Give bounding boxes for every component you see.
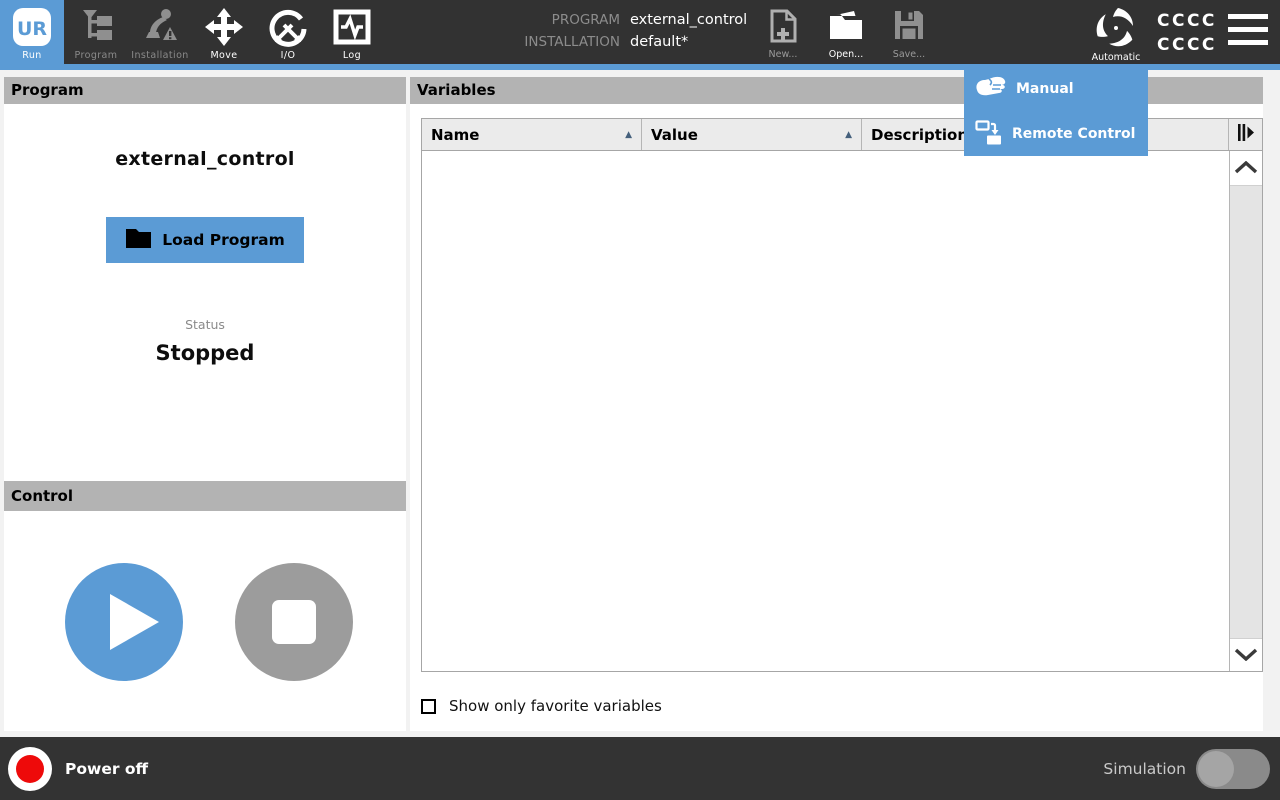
chevron-down-icon [1234,646,1258,665]
folder-icon [125,227,152,254]
column-value-label: Value [651,126,698,144]
save-button-label: Save... [883,49,935,60]
installation-name-value: default* [630,34,747,50]
svg-text:UR: UR [17,18,47,40]
show-favorites-checkbox[interactable] [421,699,436,714]
loaded-program-name: external_control [4,148,406,170]
robot-arm-icon [141,7,179,49]
program-name-value: external_control [630,12,747,28]
save-disk-icon [893,9,925,45]
top-bar: UR Run Program Installation Move [0,0,1280,70]
menu-item-remote-control[interactable]: Remote Control [964,111,1148,156]
tab-io[interactable]: I/O [256,0,320,64]
tab-installation-label: Installation [128,50,192,61]
open-folder-icon [828,9,864,45]
hamburger-bar [1228,40,1268,45]
hamburger-bar [1228,14,1268,19]
hamburger-bar [1228,27,1268,32]
operational-mode-button[interactable]: Automatic [1088,3,1144,63]
operational-mode-menu: Manual Remote Control [964,66,1148,156]
footer-bar: Power off Simulation [0,737,1280,800]
status-label: Status [4,317,406,332]
open-button-label: Open... [820,49,872,60]
tab-log[interactable]: Log [320,0,384,64]
tab-io-label: I/O [256,50,320,61]
program-installation-info: PROGRAM external_control INSTALLATION de… [440,12,747,50]
menu-item-manual[interactable]: Manual [964,66,1148,111]
variables-panel: Variables Name ▲ Value ▲ Description [410,77,1263,731]
program-panel: Program external_control Load Program St… [4,77,406,731]
column-description-label: Description [871,126,968,144]
tab-run-label: Run [0,50,64,61]
load-program-button-label: Load Program [162,231,284,249]
show-favorites-label: Show only favorite variables [449,697,662,715]
column-name-label: Name [431,126,479,144]
expand-panel-icon [1237,123,1254,146]
tab-move-label: Move [192,50,256,61]
scroll-up-button[interactable] [1230,151,1262,185]
mode-label: Automatic [1088,52,1144,63]
power-status-button[interactable] [8,747,52,791]
menu-item-remote-control-label: Remote Control [1012,126,1135,142]
status-value: Stopped [4,341,406,365]
file-buttons: New... Open... Save... [757,6,935,62]
sort-ascending-icon: ▲ [625,130,632,140]
open-program-button[interactable]: Open... [820,6,872,62]
sort-ascending-icon: ▲ [845,130,852,140]
ur-logo-icon: UR [12,7,52,51]
save-program-button[interactable]: Save... [883,6,935,62]
io-circular-arrows-icon [268,7,308,51]
load-program-button[interactable]: Load Program [106,217,304,263]
variables-table-body [422,151,1262,671]
tab-run[interactable]: UR Run [0,0,64,64]
tab-program[interactable]: Program [64,0,128,64]
move-arrows-icon [204,7,244,51]
program-label: PROGRAM [440,12,620,28]
program-tree-icon [77,7,115,49]
power-status-label: Power off [65,760,148,778]
automatic-mode-icon [1093,5,1139,55]
variables-table-rows [422,151,1229,671]
new-program-button[interactable]: New... [757,6,809,62]
log-monitor-icon [332,7,372,51]
menu-item-manual-label: Manual [1016,81,1074,97]
favorites-filter-row: Show only favorite variables [421,697,662,715]
remote-control-icon [975,118,1003,150]
tab-move[interactable]: Move [192,0,256,64]
column-header-value[interactable]: Value ▲ [642,119,862,150]
expand-columns-button[interactable] [1229,119,1262,150]
power-off-red-icon [16,755,44,783]
play-button[interactable] [64,562,184,682]
column-header-name[interactable]: Name ▲ [422,119,642,150]
installation-label: INSTALLATION [440,34,620,50]
main-tabs: UR Run Program Installation Move [0,0,384,64]
variables-scrollbar [1229,151,1262,671]
new-button-label: New... [757,49,809,60]
variables-table: Name ▲ Value ▲ Description [421,118,1263,672]
new-file-icon [768,9,798,47]
scrollbar-track[interactable] [1230,185,1262,639]
simulation-toggle[interactable] [1196,749,1270,789]
hamburger-menu-button[interactable] [1228,14,1268,45]
tab-program-label: Program [64,50,128,61]
chevron-up-icon [1234,159,1258,178]
simulation-label: Simulation [1103,760,1186,778]
clock-display: CCCC CCCC [1157,9,1217,57]
program-panel-header: Program [4,77,406,104]
tab-installation[interactable]: Installation [128,0,192,64]
control-panel-header: Control [4,481,406,511]
manual-hand-icon [975,75,1007,103]
stop-button[interactable] [234,562,354,682]
scroll-down-button[interactable] [1230,639,1262,671]
clock-line2: CCCC [1157,33,1217,57]
tab-log-label: Log [320,50,384,61]
toggle-knob [1198,751,1234,787]
clock-line1: CCCC [1157,9,1217,33]
